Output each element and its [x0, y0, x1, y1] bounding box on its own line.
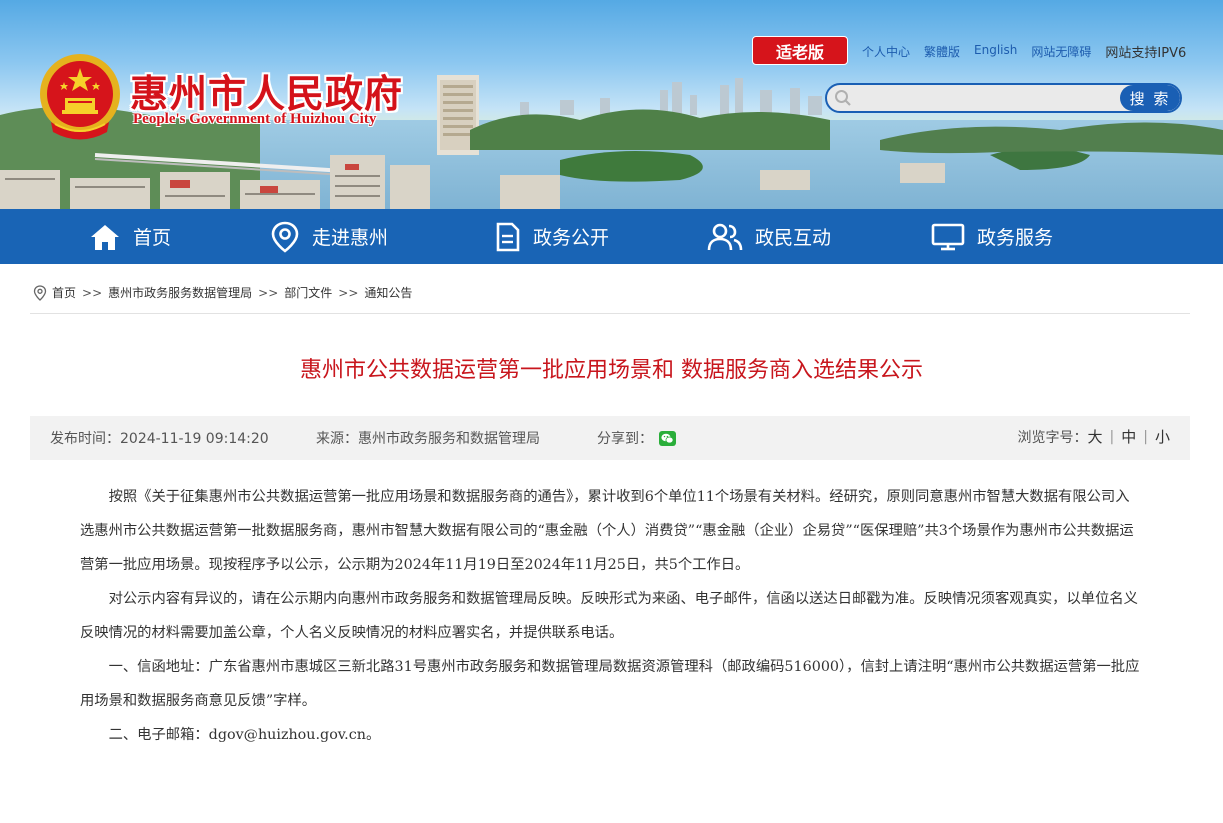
breadcrumb-separator: >>: [82, 285, 103, 300]
english-link[interactable]: English: [974, 43, 1017, 61]
article-paragraph: 按照《关于征集惠州市公共数据运营第一批应用场景和数据服务商的通告》，累计收到6个…: [80, 489, 1134, 573]
search-bar: 搜 索: [825, 83, 1182, 113]
nav-item-label: 首页: [133, 227, 172, 249]
breadcrumb-home[interactable]: 首页: [52, 284, 76, 301]
monitor-icon: [931, 223, 965, 250]
personal-center-link[interactable]: 个人中心: [862, 43, 910, 61]
home-icon: [91, 224, 119, 250]
font-size-divider: |: [1143, 428, 1148, 445]
nav-item-government-services[interactable]: 政务服务: [931, 209, 1053, 264]
breadcrumb-department[interactable]: 惠州市政务服务数据管理局: [108, 284, 252, 301]
article-paragraph: 对公示内容有异议的，请在公示期内向惠州市政务服务和数据管理局反映。反映形式为来函…: [80, 591, 1138, 641]
article-meta-bar: 发布时间：2024-11-19 09:14:20 来源：惠州市政务服务和数据管理…: [30, 416, 1190, 460]
nav-item-label: 政民互动: [755, 227, 832, 249]
font-size-divider: |: [1109, 428, 1115, 445]
article-body: 按照《关于征集惠州市公共数据运营第一批应用场景和数据服务商的通告》，累计收到6个…: [80, 480, 1140, 752]
breadcrumb-separator: >>: [258, 285, 279, 300]
nav-item-home[interactable]: 首页: [89, 209, 171, 264]
header-banner: 惠州市人民政府 People's Government of Huizhou C…: [0, 0, 1223, 209]
breadcrumb-notices[interactable]: 通知公告: [364, 284, 412, 301]
font-size-switcher: 浏览字号： 大 | 中 | 小: [1018, 426, 1170, 447]
breadcrumb: 首页 >> 惠州市政务服务数据管理局 >> 部门文件 >> 通知公告: [33, 284, 412, 301]
article-paragraph: 一、信函地址：广东省惠州市惠城区三新北路31号惠州市政务服务和数据管理局数据资源…: [80, 659, 1140, 709]
nav-item-about-huizhou[interactable]: 走进惠州: [270, 209, 388, 264]
font-size-medium[interactable]: 中: [1121, 426, 1136, 447]
location-pin-icon: [271, 221, 299, 253]
font-size-large[interactable]: 大: [1088, 426, 1103, 447]
main-nav: 首页 走进惠州 政务公开 政民互动 政务服务: [0, 209, 1223, 264]
article-source: 来源：惠州市政务服务和数据管理局: [316, 431, 540, 447]
site-title: 惠州市人民政府: [130, 71, 404, 116]
traditional-chinese-link[interactable]: 繁體版: [924, 43, 960, 61]
share-section: 分享到：: [597, 428, 676, 448]
top-links: 个人中心 繁體版 English 网站无障碍 网站支持IPV6: [862, 43, 1186, 61]
national-emblem-icon: [40, 54, 120, 140]
publish-time: 发布时间：2024-11-19 09:14:20: [50, 431, 269, 447]
document-icon: [496, 222, 520, 251]
location-pin-icon: [33, 284, 47, 301]
nav-item-label: 政务公开: [533, 227, 610, 249]
accessibility-link[interactable]: 网站无障碍: [1031, 43, 1091, 61]
share-label: 分享到：: [597, 431, 653, 447]
breadcrumb-divider: [30, 313, 1190, 314]
breadcrumb-separator: >>: [338, 285, 359, 300]
people-icon: [707, 223, 743, 250]
wechat-icon[interactable]: [659, 430, 676, 446]
site-subtitle: People's Government of Huizhou City: [133, 111, 377, 127]
search-button[interactable]: 搜 索: [1120, 85, 1180, 111]
search-input[interactable]: [857, 85, 1117, 111]
article-title: 惠州市公共数据运营第一批应用场景和 数据服务商入选结果公示: [300, 358, 923, 383]
breadcrumb-department-files[interactable]: 部门文件: [284, 284, 332, 301]
font-size-label: 浏览字号：: [1017, 429, 1088, 446]
ipv6-support-label: 网站支持IPV6: [1105, 46, 1187, 61]
article-paragraph: 二、电子邮箱：dgov@huizhou.gov.cn。: [108, 727, 381, 743]
nav-item-government-affairs[interactable]: 政务公开: [493, 209, 609, 264]
search-icon: [835, 90, 851, 106]
elder-mode-button[interactable]: 适老版: [752, 36, 848, 65]
font-size-small[interactable]: 小: [1155, 426, 1170, 447]
nav-item-label: 政务服务: [977, 227, 1054, 249]
nav-item-label: 走进惠州: [312, 227, 389, 249]
nav-item-public-interaction[interactable]: 政民互动: [707, 209, 831, 264]
